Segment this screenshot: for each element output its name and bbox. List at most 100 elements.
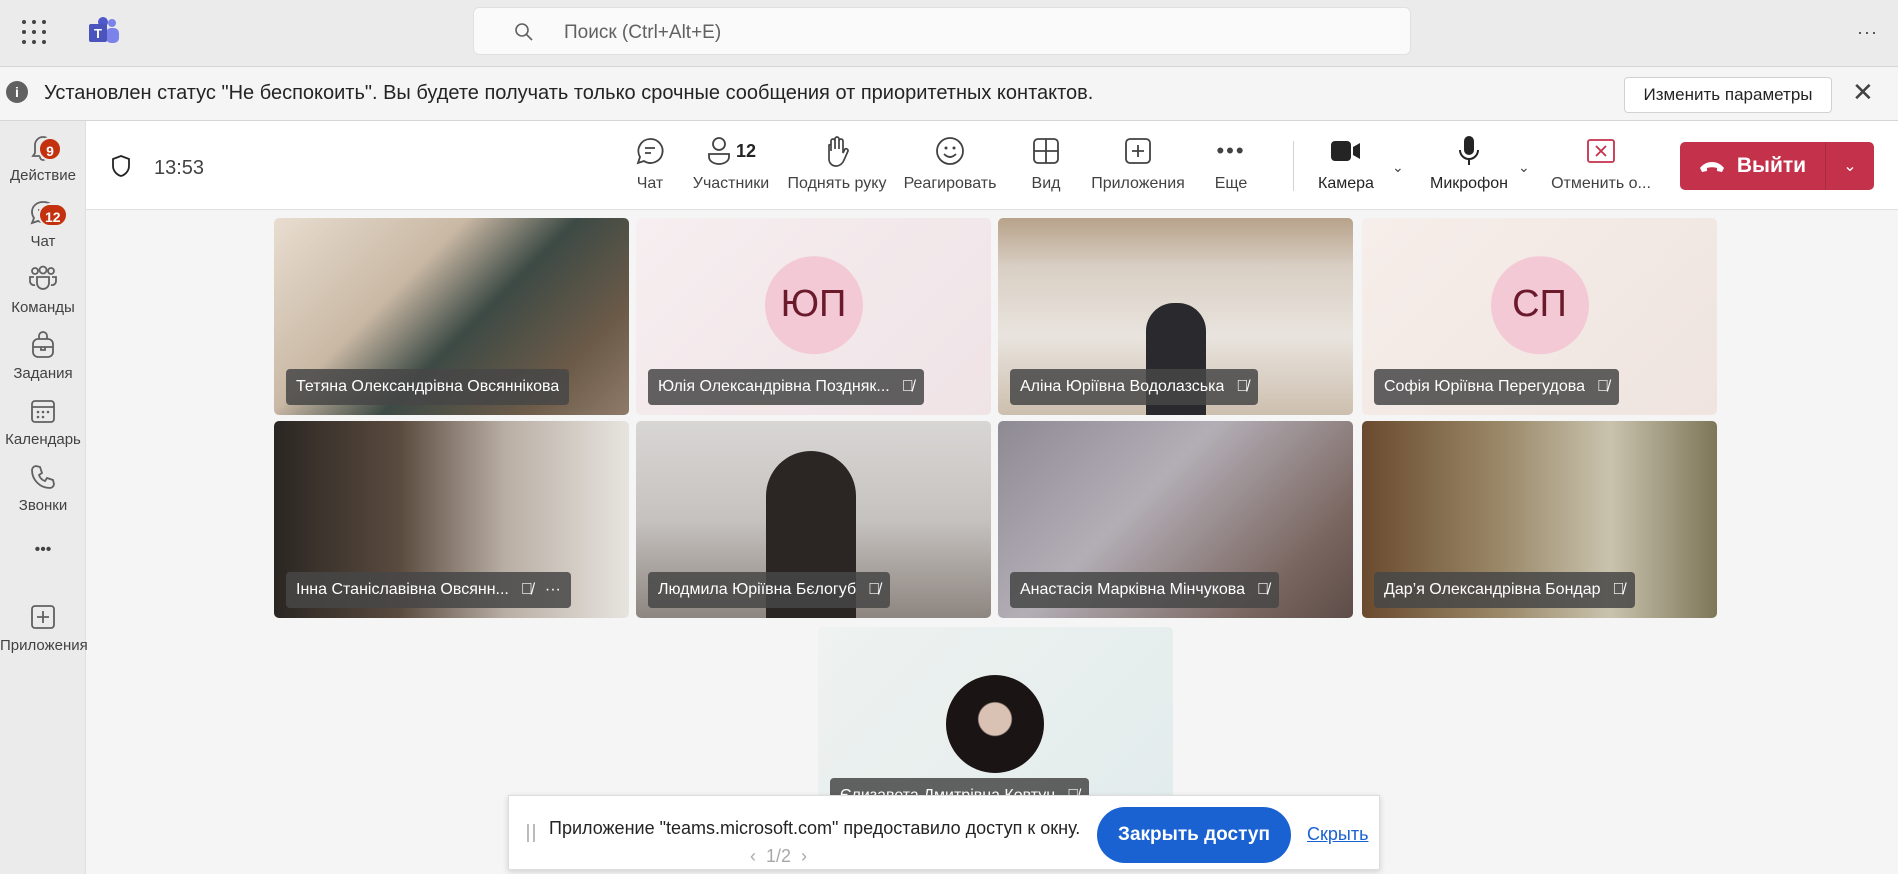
more-options-icon[interactable]: ··· <box>545 581 561 599</box>
search-icon <box>515 23 533 41</box>
participant-name-tag: Аліна Юріївна Водолазська 🎙̸ <box>1010 369 1259 405</box>
camera-label: Камера <box>1318 175 1374 192</box>
participant-tile[interactable]: Тетяна Олександрівна Овсяннікова <box>274 218 629 415</box>
svg-text:T: T <box>94 26 102 41</box>
smiley-icon <box>936 137 964 165</box>
previous-page-chevron-icon[interactable]: ‹ <box>750 846 756 866</box>
participant-tile[interactable]: ЮП Юлія Олександрівна Поздняк... 🎙̸ <box>636 218 991 415</box>
participant-name: Інна Станіславівна Овсянн... <box>296 581 509 598</box>
view-button[interactable]: Вид <box>1016 135 1076 193</box>
avatar: СП <box>1490 255 1589 354</box>
participant-tile[interactable]: Аліна Юріївна Водолазська 🎙̸ <box>998 218 1353 415</box>
meeting-toolbar: 13:53 Чат 12 Участники Поднять руку Реаг… <box>86 121 1898 210</box>
sidebar-label: Чат <box>30 233 56 250</box>
camera-icon <box>1331 141 1360 161</box>
sharing-message: Приложение "teams.microsoft.com" предост… <box>549 818 1081 838</box>
participants-label: Участники <box>692 175 770 192</box>
mic-options-chevron-icon[interactable]: ⌄ <box>1518 159 1530 176</box>
camera-options-chevron-icon[interactable]: ⌄ <box>1392 159 1404 176</box>
backpack-icon <box>32 331 54 358</box>
search-input[interactable]: Поиск (Ctrl+Alt+E) <box>473 7 1411 55</box>
chat-button[interactable]: Чат <box>620 135 680 193</box>
raise-hand-label: Поднять руку <box>787 175 887 192</box>
app-launcher-icon[interactable] <box>22 20 48 46</box>
participant-name: Людмила Юріївна Бєлогуб <box>658 581 857 598</box>
info-icon: i <box>6 81 28 103</box>
sidebar-label: Действие <box>10 167 76 184</box>
teams-icon <box>29 265 57 290</box>
sidebar-more-button[interactable]: ••• <box>0 541 86 559</box>
leave-button[interactable]: Выйти ⌄ <box>1680 142 1874 190</box>
react-button[interactable]: Реагировать <box>898 135 1002 193</box>
avatar <box>946 675 1044 773</box>
chat-icon <box>636 138 664 165</box>
participant-name: Аліна Юріївна Водолазська <box>1020 378 1225 395</box>
more-button[interactable]: ••• Еще <box>1206 135 1256 193</box>
sidebar-item-calendar[interactable]: Календарь <box>0 395 86 448</box>
participant-name-tag: Людмила Юріївна Бєлогуб 🎙̸ <box>648 572 891 608</box>
participant-name: Дар’я Олександрівна Бондар <box>1384 581 1601 598</box>
microphone-button[interactable]: Микрофон <box>1424 135 1514 193</box>
settings-more-button[interactable]: ··· <box>1857 22 1878 43</box>
sidebar-item-assignments[interactable]: Задания <box>0 329 86 382</box>
hide-link[interactable]: Скрыть <box>1307 824 1368 845</box>
mic-muted-icon: 🎙̸ <box>1612 581 1625 598</box>
participant-tile[interactable]: Дар’я Олександрівна Бондар 🎙̸ <box>1362 421 1717 618</box>
participant-tile[interactable]: Інна Станіславівна Овсянн... 🎙̸ ··· <box>274 421 629 618</box>
sidebar-label: Звонки <box>18 497 68 514</box>
leave-label: Выйти <box>1736 154 1807 177</box>
close-notice-icon[interactable]: ✕ <box>1852 77 1874 108</box>
toolbar-divider <box>1293 141 1294 191</box>
add-apps-icon <box>31 605 55 629</box>
next-page-chevron-icon[interactable]: › <box>801 846 807 866</box>
mic-muted-icon: 🎙̸ <box>868 581 881 598</box>
shield-icon[interactable] <box>110 154 132 178</box>
stop-sharing-button[interactable]: Отменить о... <box>1548 135 1654 193</box>
stop-sharing-access-button[interactable]: Закрыть доступ <box>1097 807 1291 863</box>
sidebar-label: Команды <box>11 299 75 316</box>
add-icon <box>1125 138 1151 164</box>
participant-name: Юлія Олександрівна Поздняк... <box>658 378 890 395</box>
mic-muted-icon: 🎙̸ <box>520 581 533 598</box>
sidebar-item-chat[interactable]: 12 Чат <box>0 197 86 250</box>
apps-button[interactable]: Приложения <box>1086 135 1190 193</box>
more-icon: ••• <box>1216 138 1246 163</box>
grid-view-icon <box>1033 138 1059 164</box>
sidebar-label: Приложения <box>0 637 88 654</box>
participant-name-tag: Тетяна Олександрівна Овсяннікова <box>286 369 570 405</box>
change-settings-button[interactable]: Изменить параметры <box>1624 77 1832 113</box>
participant-name: Софія Юріївна Перегудова <box>1384 378 1585 395</box>
page-number: 1/2 <box>766 846 792 866</box>
apps-label: Приложения <box>1091 175 1185 192</box>
teams-logo-icon: T <box>89 17 119 43</box>
sidebar-item-calls[interactable]: Звонки <box>0 461 86 514</box>
participant-tile[interactable]: СП Софія Юріївна Перегудова 🎙̸ <box>1362 218 1717 415</box>
participant-name-tag: Інна Станіславівна Овсянн... 🎙̸ ··· <box>286 572 571 608</box>
participant-tile[interactable]: Людмила Юріївна Бєлогуб 🎙̸ <box>636 421 991 618</box>
participants-button[interactable]: 12 Участники <box>688 135 774 193</box>
leave-options-chevron-icon[interactable]: ⌄ <box>1826 156 1874 176</box>
microphone-icon <box>1459 136 1479 165</box>
hang-up-icon <box>1699 162 1724 172</box>
sidebar-item-teams[interactable]: Команды <box>0 263 86 316</box>
participant-name: Анастасія Марківна Мінчукова <box>1020 581 1246 598</box>
drag-handle-icon[interactable] <box>527 824 535 842</box>
mic-muted-icon: 🎙̸ <box>901 378 914 395</box>
participant-name-tag: Дар’я Олександрівна Бондар 🎙̸ <box>1374 572 1635 608</box>
sidebar-item-apps[interactable]: Приложения <box>0 601 88 654</box>
sidebar-label: Календарь <box>5 431 81 448</box>
calendar-icon <box>31 400 55 423</box>
participants-count: 12 <box>735 140 757 161</box>
avatar: ЮП <box>764 255 863 354</box>
camera-button[interactable]: Камера <box>1308 135 1384 193</box>
sidebar-item-activity[interactable]: 9 Действие <box>0 131 86 184</box>
mic-muted-icon: 🎙̸ <box>1236 378 1249 395</box>
window-sharing-bar: Приложение "teams.microsoft.com" предост… <box>508 795 1380 870</box>
stop-share-icon <box>1587 139 1615 163</box>
participant-name-tag: Софія Юріївна Перегудова 🎙̸ <box>1374 369 1619 405</box>
raise-hand-button[interactable]: Поднять руку <box>782 135 892 193</box>
participant-tile[interactable]: Анастасія Марківна Мінчукова 🎙̸ <box>998 421 1353 618</box>
participant-name-tag: Юлія Олександрівна Поздняк... 🎙̸ <box>648 369 924 405</box>
more-label: Еще <box>1214 175 1248 192</box>
dnd-notice-bar: i Установлен статус "Не беспокоить". Вы … <box>0 67 1898 121</box>
